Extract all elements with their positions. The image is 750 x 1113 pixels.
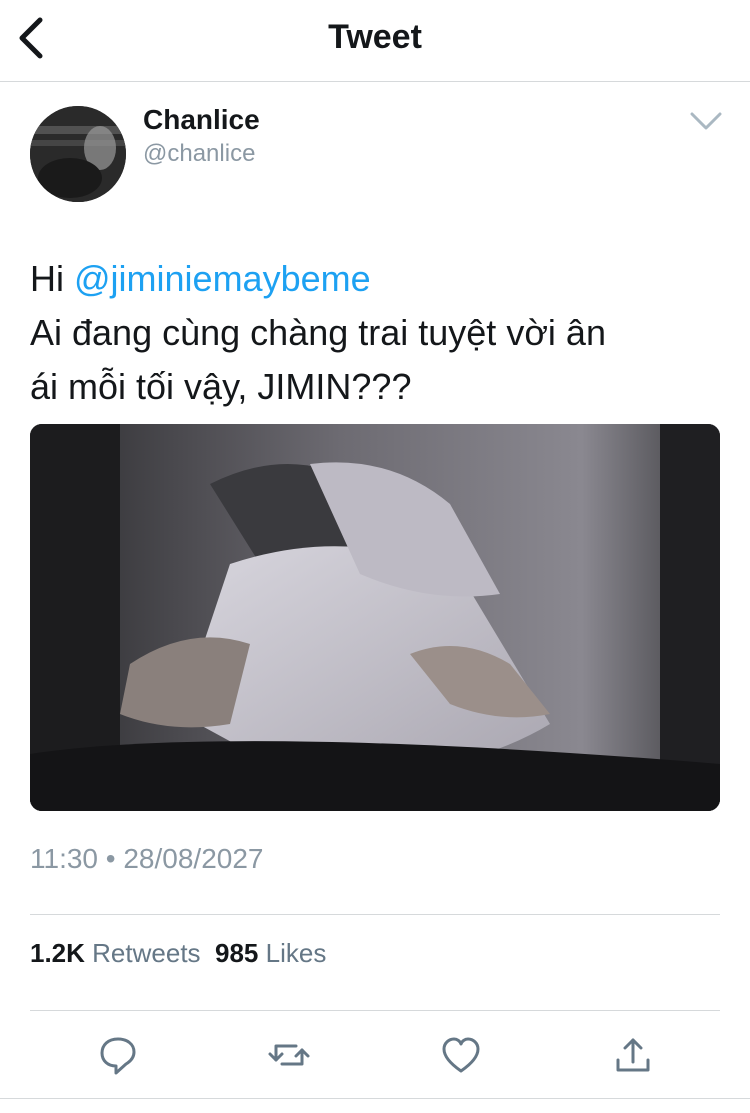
heart-icon[interactable] (436, 1030, 486, 1080)
tweet-text: Hi @jiminiemaybeme Ai đang cùng chàng tr… (30, 252, 720, 414)
retweets-label[interactable]: Retweets (92, 938, 200, 968)
likes-label[interactable]: Likes (266, 938, 327, 968)
tweet-photo[interactable] (30, 424, 720, 811)
divider (30, 914, 720, 915)
greeting-text: Hi (30, 258, 74, 299)
tweet-timestamp: 11:30 • 28/08/2027 (30, 843, 264, 874)
tweet-text-line-3: ái mỗi tối vậy, JIMIN??? (30, 366, 412, 407)
top-navigation-bar: Tweet (0, 0, 750, 82)
mention-link[interactable]: @jiminiemaybeme (74, 258, 371, 299)
tweet-text-line-1: Hi @jiminiemaybeme (30, 252, 720, 306)
author-name[interactable]: Chanlice (143, 104, 260, 136)
reply-icon[interactable] (93, 1030, 143, 1080)
divider (0, 1098, 750, 1099)
avatar[interactable] (30, 106, 126, 202)
divider (30, 1010, 720, 1011)
chevron-down-icon[interactable] (688, 108, 724, 134)
likes-count[interactable]: 985 (215, 938, 258, 968)
share-icon[interactable] (608, 1030, 658, 1080)
author-handle[interactable]: @chanlice (143, 140, 255, 168)
engagement-stats: 1.2K Retweets 985 Likes (30, 938, 326, 969)
tweet-action-bar (0, 1030, 750, 1080)
retweet-icon[interactable] (264, 1030, 314, 1080)
tweet-text-line-2: Ai đang cùng chàng trai tuyệt vời ân (30, 312, 606, 353)
retweets-count[interactable]: 1.2K (30, 938, 85, 968)
page-title: Tweet (328, 18, 422, 56)
